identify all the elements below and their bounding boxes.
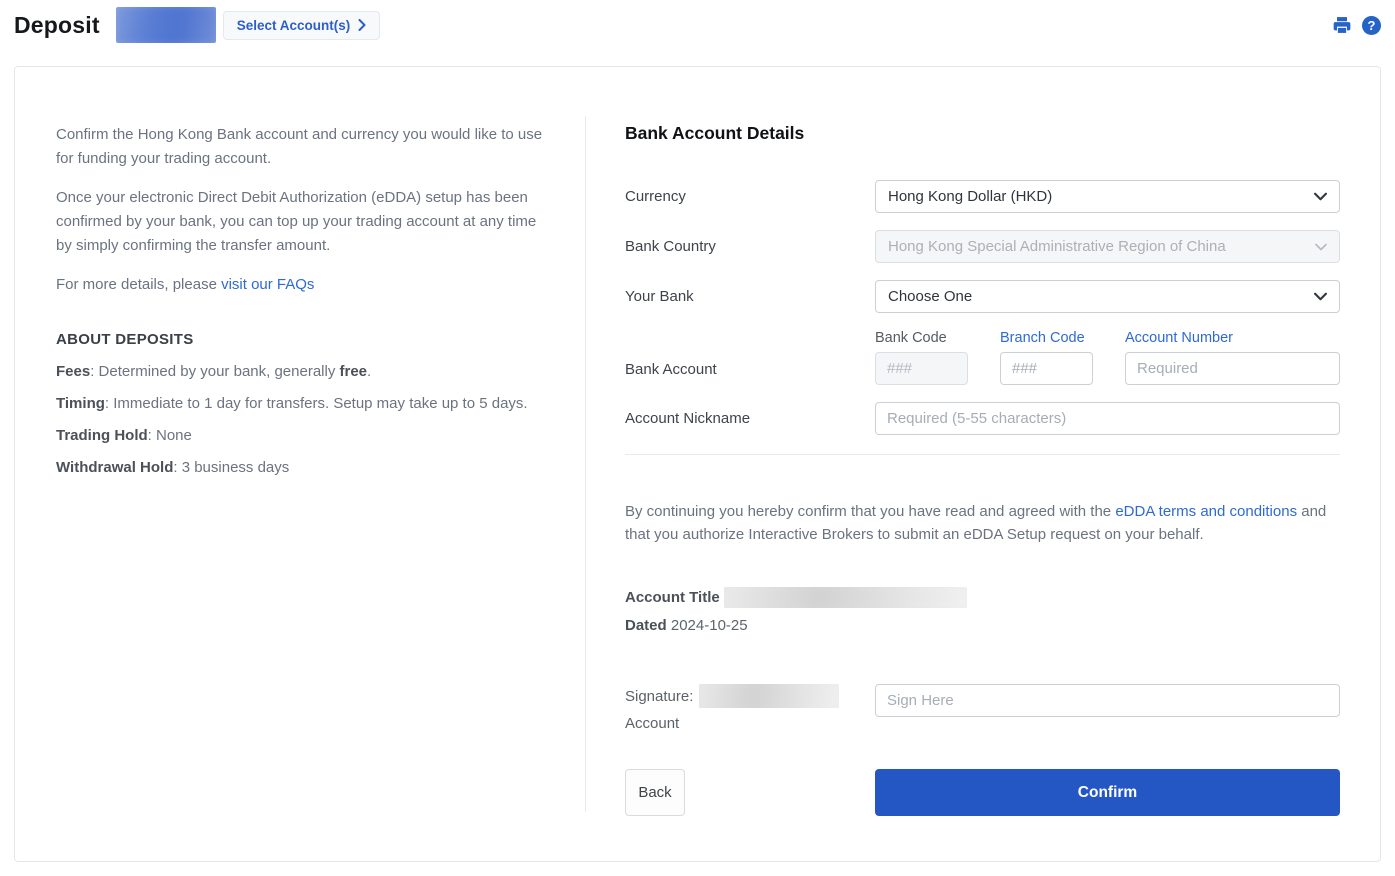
bank-country-value: Hong Kong Special Administrative Region … bbox=[888, 238, 1226, 255]
terms-prefix: By continuing you hereby confirm that yo… bbox=[625, 503, 1115, 520]
branch-code-label: Branch Code bbox=[1000, 330, 1093, 346]
help-icon: ? bbox=[1362, 16, 1381, 35]
select-accounts-label: Select Account(s) bbox=[237, 18, 351, 33]
form-actions: Back Confirm bbox=[625, 769, 1340, 816]
intro-paragraph-3: For more details, please visit our FAQs bbox=[56, 273, 545, 297]
blur-fill bbox=[699, 684, 839, 708]
signature-line: Signature: bbox=[625, 684, 875, 708]
account-number-field: Account Number bbox=[1125, 330, 1340, 385]
account-title-redacted bbox=[724, 587, 967, 608]
fees-label: Fees bbox=[56, 363, 90, 380]
signature-account-word: Account bbox=[625, 715, 875, 732]
dated-row: Dated 2024-10-25 bbox=[625, 617, 1340, 634]
horizontal-divider bbox=[625, 454, 1340, 455]
bank-country-select: Hong Kong Special Administrative Region … bbox=[875, 230, 1340, 263]
trading-hold-text: : None bbox=[148, 427, 192, 444]
signature-input-wrap bbox=[875, 684, 1340, 732]
your-bank-select[interactable]: Choose One bbox=[875, 280, 1340, 313]
account-number-input[interactable] bbox=[1125, 352, 1340, 385]
bank-code-field: Bank Code bbox=[875, 330, 968, 385]
dated-date: 2024-10-25 bbox=[671, 617, 748, 634]
bank-account-fields: Bank Code Branch Code Account Number bbox=[875, 330, 1340, 385]
main-card: Confirm the Hong Kong Bank account and c… bbox=[14, 66, 1381, 862]
dated-value: 2024-10-25 bbox=[671, 617, 748, 634]
printer-icon bbox=[1332, 15, 1352, 35]
dated-label: Dated bbox=[625, 617, 667, 634]
withdrawal-hold-line: Withdrawal Hold: 3 business days bbox=[56, 456, 545, 480]
account-id-redacted-badge bbox=[116, 7, 216, 43]
currency-select[interactable]: Hong Kong Dollar (HKD) bbox=[875, 180, 1340, 213]
sign-here-input[interactable] bbox=[875, 684, 1340, 717]
your-bank-value: Choose One bbox=[888, 288, 972, 305]
chevron-down-icon bbox=[1315, 243, 1327, 251]
print-button[interactable] bbox=[1332, 15, 1352, 35]
back-button-wrap: Back bbox=[625, 769, 875, 816]
faq-text-prefix: For more details, please bbox=[56, 276, 221, 293]
intro-paragraph-2: Once your electronic Direct Debit Author… bbox=[56, 186, 545, 258]
account-number-label: Account Number bbox=[1125, 330, 1340, 346]
chevron-right-icon bbox=[358, 19, 366, 31]
withdrawal-hold-text: : 3 business days bbox=[173, 459, 289, 476]
fees-text: : Determined by your bank, generally bbox=[90, 363, 339, 380]
currency-label: Currency bbox=[625, 188, 875, 205]
edda-terms-link[interactable]: eDDA terms and conditions bbox=[1115, 503, 1297, 520]
bank-code-label: Bank Code bbox=[875, 330, 968, 346]
signature-section: Signature: Account bbox=[625, 684, 1340, 732]
bank-country-label: Bank Country bbox=[625, 238, 875, 255]
blur-fill bbox=[116, 7, 216, 43]
account-nickname-label: Account Nickname bbox=[625, 410, 875, 427]
signature-label: Signature: bbox=[625, 688, 693, 705]
branch-code-field: Branch Code bbox=[1000, 330, 1093, 385]
signature-name-redacted bbox=[699, 684, 839, 708]
fees-bold: free bbox=[340, 363, 368, 380]
bank-account-label: Bank Account bbox=[625, 361, 875, 385]
your-bank-label: Your Bank bbox=[625, 288, 875, 305]
trading-hold-label: Trading Hold bbox=[56, 427, 148, 444]
intro-paragraph-1: Confirm the Hong Kong Bank account and c… bbox=[56, 123, 545, 171]
timing-label: Timing bbox=[56, 395, 105, 412]
bank-details-panel: Bank Account Details Currency Hong Kong … bbox=[586, 67, 1380, 861]
account-title-label: Account Title bbox=[625, 589, 720, 606]
trading-hold-line: Trading Hold: None bbox=[56, 424, 545, 448]
header-icons: ? bbox=[1332, 15, 1381, 35]
form-heading: Bank Account Details bbox=[625, 123, 1340, 144]
page-title: Deposit bbox=[14, 12, 100, 39]
withdrawal-hold-label: Withdrawal Hold bbox=[56, 459, 173, 476]
bank-details-form: Currency Hong Kong Dollar (HKD) Bank Cou… bbox=[625, 180, 1340, 435]
timing-line: Timing: Immediate to 1 day for transfers… bbox=[56, 392, 545, 416]
info-panel: Confirm the Hong Kong Bank account and c… bbox=[15, 67, 585, 861]
help-button[interactable]: ? bbox=[1362, 16, 1381, 35]
faq-link[interactable]: visit our FAQs bbox=[221, 276, 314, 293]
timing-text: : Immediate to 1 day for transfers. Setu… bbox=[105, 395, 528, 412]
account-title-row: Account Title bbox=[625, 587, 1340, 608]
blur-fill bbox=[724, 587, 967, 608]
fees-line: Fees: Determined by your bank, generally… bbox=[56, 360, 545, 384]
back-button[interactable]: Back bbox=[625, 769, 685, 816]
signature-left: Signature: Account bbox=[625, 684, 875, 732]
terms-paragraph: By continuing you hereby confirm that yo… bbox=[625, 501, 1340, 546]
currency-value: Hong Kong Dollar (HKD) bbox=[888, 188, 1052, 205]
about-deposits-heading: ABOUT DEPOSITS bbox=[56, 328, 545, 352]
chevron-down-icon bbox=[1314, 292, 1327, 301]
account-nickname-input[interactable] bbox=[875, 402, 1340, 435]
select-accounts-button[interactable]: Select Account(s) bbox=[223, 11, 381, 40]
bank-code-input bbox=[875, 352, 968, 385]
branch-code-input[interactable] bbox=[1000, 352, 1093, 385]
account-nickname-field bbox=[875, 402, 1340, 435]
confirm-button[interactable]: Confirm bbox=[875, 769, 1340, 816]
page-header: Deposit Select Account(s) ? bbox=[0, 2, 1395, 48]
fees-suffix: . bbox=[367, 363, 371, 380]
chevron-down-icon bbox=[1314, 192, 1327, 201]
